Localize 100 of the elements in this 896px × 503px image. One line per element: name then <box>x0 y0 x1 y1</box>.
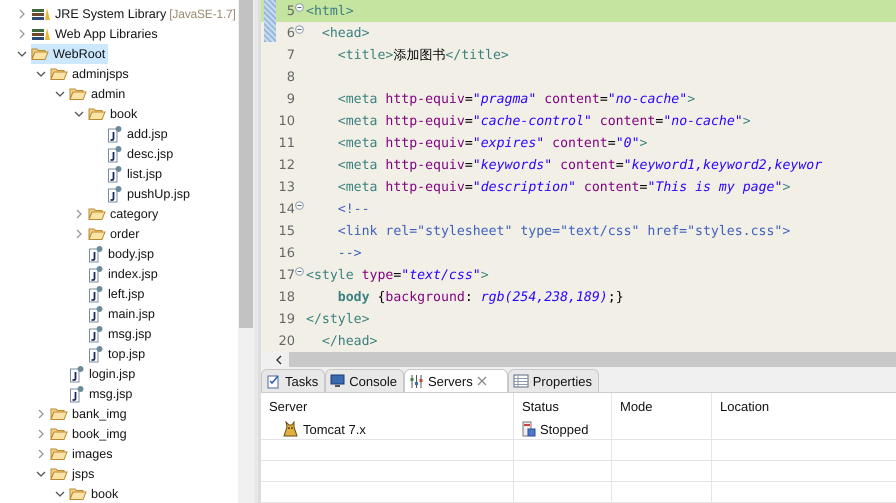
chevron-icon[interactable] <box>74 109 84 119</box>
line-number: 12 <box>277 158 295 172</box>
jsp-file-icon <box>88 245 104 263</box>
folder-icon <box>88 227 106 241</box>
tree-item[interactable]: login.jsp <box>69 364 138 384</box>
monitor-icon <box>330 374 346 388</box>
tree-item[interactable]: adminjsps <box>50 64 132 84</box>
code-line: </style> <box>305 312 370 326</box>
server-name[interactable]: Tomcat 7.x <box>303 422 366 436</box>
close-icon[interactable] <box>476 376 487 386</box>
tree-item-label: msg.jsp <box>108 327 152 341</box>
jsp-file-icon <box>69 365 85 383</box>
chevron-icon[interactable] <box>55 89 65 99</box>
tree-item-label: category <box>110 207 158 221</box>
tree-item[interactable]: jsps <box>50 464 98 484</box>
fold-icon[interactable] <box>295 267 304 276</box>
fold-icon[interactable] <box>295 25 304 34</box>
line-number: 17 <box>277 268 295 282</box>
line-number: 6 <box>286 26 295 40</box>
code-line: <meta http-equiv="cache-control" content="no-cache"> <box>336 114 751 128</box>
tree-item-label: JRE System Library <box>55 7 166 21</box>
folder-icon <box>69 87 87 101</box>
folder-icon <box>50 427 68 441</box>
code-line: body {background: rgb(254,238,189);} <box>336 290 624 304</box>
folder-icon <box>69 487 87 501</box>
folder-icon <box>50 67 68 81</box>
tree-item[interactable]: Web App Libraries <box>31 24 161 44</box>
folder-icon <box>31 47 49 61</box>
tree-item[interactable]: WebRoot <box>31 44 108 64</box>
code-line: </head> <box>320 334 378 348</box>
fold-icon[interactable] <box>295 201 304 210</box>
tree-item[interactable]: book <box>88 104 140 124</box>
server-stopped-icon <box>522 421 536 437</box>
column-header[interactable]: Server <box>261 393 514 419</box>
books-icon <box>31 7 51 21</box>
tree-item-label: desc.jsp <box>127 147 174 161</box>
tree-item-label: msg.jsp <box>89 387 132 401</box>
code-line: <meta http-equiv="keywords" content="keyword1,keyword2,keywor <box>336 158 822 172</box>
tree-item[interactable]: add.jsp <box>107 124 171 144</box>
column-header[interactable]: Mode <box>612 393 712 419</box>
tree-item[interactable]: list.jsp <box>107 164 165 184</box>
checklist-icon <box>266 374 281 388</box>
line-number: 11 <box>277 136 295 150</box>
chevron-icon[interactable] <box>36 69 46 79</box>
panel-tab[interactable]: Tasks <box>261 369 326 392</box>
chevron-icon[interactable] <box>17 49 27 59</box>
chevron-icon[interactable] <box>55 489 65 499</box>
tree-item[interactable]: book_img <box>50 424 130 444</box>
panel-tab[interactable]: Console <box>325 369 404 392</box>
chevron-icon[interactable] <box>36 469 46 479</box>
line-number: 8 <box>286 70 295 84</box>
jsp-file-icon <box>69 385 85 403</box>
tree-item[interactable]: body.jsp <box>88 244 157 264</box>
tree-item[interactable]: left.jsp <box>88 284 148 304</box>
code-line: --> <box>336 246 362 260</box>
scroll-left-icon[interactable] <box>275 354 283 364</box>
folder-icon <box>50 467 68 481</box>
line-number: 7 <box>286 48 295 62</box>
tree-item[interactable]: images <box>50 444 116 464</box>
code-line: <title>添加图书</title> <box>336 47 509 64</box>
code-line: <head> <box>320 26 370 40</box>
tree-item[interactable]: admin <box>69 84 128 104</box>
tree-item[interactable]: bank_img <box>50 404 130 424</box>
selection-marker <box>264 0 276 42</box>
tree-item[interactable]: top.jsp <box>88 344 148 364</box>
tree-item[interactable]: desc.jsp <box>107 144 176 164</box>
jsp-file-icon <box>88 305 104 323</box>
scrollbar-thumb[interactable] <box>239 0 253 328</box>
scrollbar[interactable] <box>238 0 254 503</box>
tree-item[interactable]: JRE System Library [JavaSE-1.7] <box>31 4 238 24</box>
tree-item-label: main.jsp <box>108 307 155 321</box>
tree-item[interactable]: category <box>88 204 162 224</box>
panel-tab[interactable]: Properties <box>508 369 599 392</box>
sliders-icon <box>408 374 424 388</box>
panel-tab[interactable]: Servers <box>404 369 508 392</box>
tree-item-label: WebRoot <box>53 47 106 61</box>
tree-item[interactable]: msg.jsp <box>88 324 154 344</box>
line-number: 18 <box>277 290 295 304</box>
tree-item-label: add.jsp <box>127 127 168 141</box>
tree-item-label: Web App Libraries <box>55 27 158 41</box>
tree-item[interactable]: book <box>69 484 122 503</box>
folder-icon <box>50 407 68 421</box>
tree-item[interactable]: msg.jsp <box>69 384 136 404</box>
column-header[interactable]: Status <box>514 393 612 419</box>
jsp-file-icon <box>107 145 123 163</box>
jsp-file-icon <box>88 325 104 343</box>
fold-icon[interactable] <box>295 3 304 12</box>
folder-icon <box>50 447 68 461</box>
tree-item[interactable]: index.jsp <box>88 264 161 284</box>
tree-item[interactable]: pushUp.jsp <box>107 184 194 204</box>
code-line: <link rel="stylesheet" type="text/css" href="styles.css"> <box>336 224 790 238</box>
tree-item-label: top.jsp <box>108 347 146 361</box>
tree-item-label: bank_img <box>72 407 127 421</box>
line-number: 10 <box>277 114 295 128</box>
folder-icon <box>88 107 106 121</box>
tree-item[interactable]: main.jsp <box>88 304 158 324</box>
tree-item[interactable]: order <box>88 224 142 244</box>
line-number: 9 <box>286 92 295 106</box>
code-editor[interactable] <box>258 0 896 367</box>
column-header[interactable]: Location <box>712 393 896 419</box>
